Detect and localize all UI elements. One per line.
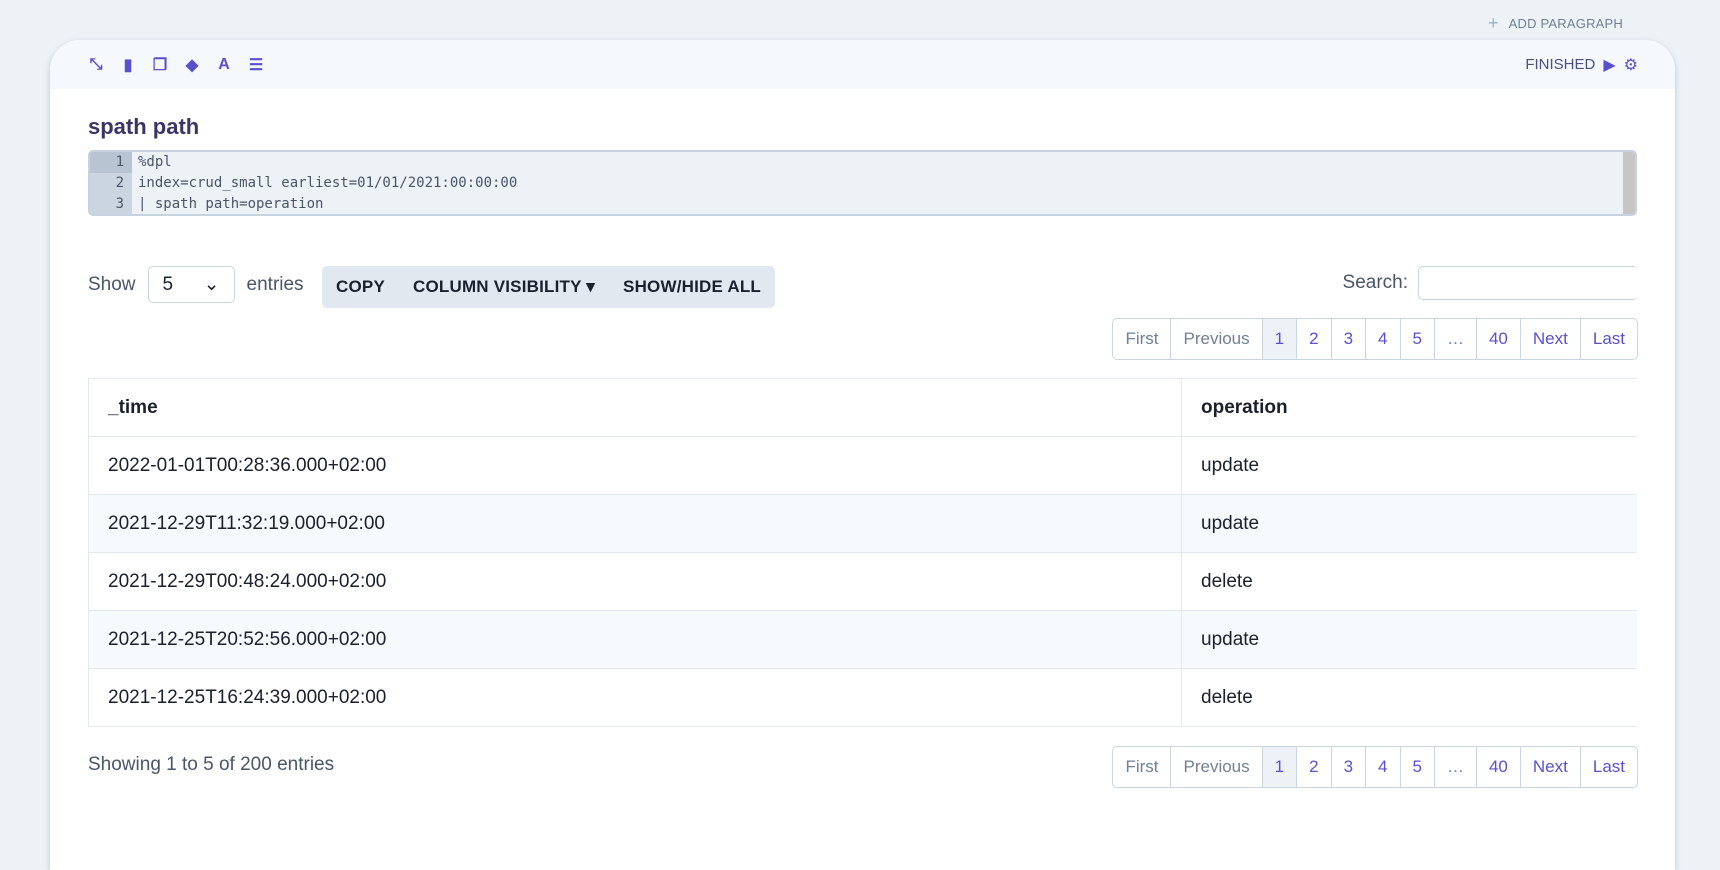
paragraph-toolbar: ⤡ ▮ ❐ ◆ A ☰ FINISHED ▶ ⚙ bbox=[50, 40, 1675, 89]
plus-icon: + bbox=[1487, 13, 1499, 33]
page-previous[interactable]: Previous bbox=[1170, 747, 1261, 787]
copy-button[interactable]: COPY bbox=[322, 277, 399, 297]
page-5[interactable]: 5 bbox=[1399, 747, 1434, 787]
pagination-bottom: First Previous 1 2 3 4 5 … 40 Next Last bbox=[1112, 746, 1638, 788]
entries-value: 5 bbox=[162, 273, 174, 295]
search-input[interactable] bbox=[1418, 266, 1638, 300]
column-visibility-button[interactable]: COLUMN VISIBILITY ▾ bbox=[399, 277, 609, 297]
page-next[interactable]: Next bbox=[1519, 319, 1580, 359]
book-icon[interactable]: ▮ bbox=[119, 56, 137, 74]
page-ellipsis: … bbox=[1433, 319, 1476, 359]
cell-time: 2021-12-25T16:24:39.000+02:00 bbox=[88, 668, 1182, 727]
code-line: index=crud_small earliest=01/01/2021:00:… bbox=[138, 175, 518, 191]
add-paragraph-button[interactable]: + ADD PARAGRAPH bbox=[1488, 13, 1623, 34]
copy-icon[interactable]: ❐ bbox=[151, 56, 169, 74]
cell-operation: update bbox=[1181, 494, 1637, 553]
play-icon[interactable]: ▶ bbox=[1603, 55, 1615, 75]
font-icon[interactable]: A bbox=[215, 56, 233, 74]
search-label: Search: bbox=[1342, 272, 1408, 293]
entries-label: entries bbox=[246, 273, 304, 295]
table-info: Showing 1 to 5 of 200 entries bbox=[88, 754, 335, 775]
column-header-time[interactable]: _time bbox=[88, 378, 1182, 437]
eraser-icon[interactable]: ◆ bbox=[183, 56, 201, 74]
table-row: 2021-12-29T00:48:24.000+02:00 delete bbox=[88, 552, 1637, 611]
pagination-top: First Previous 1 2 3 4 5 … 40 Next Last bbox=[1112, 318, 1638, 360]
status-text: FINISHED bbox=[1525, 56, 1596, 73]
page-40[interactable]: 40 bbox=[1475, 747, 1520, 787]
cell-operation: update bbox=[1181, 610, 1637, 669]
compress-icon[interactable]: ⤡ bbox=[87, 56, 105, 74]
page-2[interactable]: 2 bbox=[1296, 747, 1330, 787]
page-ellipsis: … bbox=[1433, 747, 1476, 787]
list-ordered-icon[interactable]: ☰ bbox=[247, 56, 265, 74]
chevron-down-icon: ⌄ bbox=[203, 274, 220, 295]
code-line: | spath path=operation bbox=[138, 196, 324, 212]
table-row: 2021-12-29T11:32:19.000+02:00 update bbox=[88, 494, 1637, 553]
page-last[interactable]: Last bbox=[1579, 319, 1637, 359]
code-line: %dpl bbox=[138, 154, 172, 170]
page-40[interactable]: 40 bbox=[1475, 319, 1520, 359]
show-hide-all-button[interactable]: SHOW/HIDE ALL bbox=[609, 277, 775, 297]
scrollbar[interactable] bbox=[1623, 152, 1635, 214]
cell-time: 2021-12-29T00:48:24.000+02:00 bbox=[88, 552, 1182, 611]
page-3[interactable]: 3 bbox=[1330, 319, 1365, 359]
cell-time: 2021-12-29T11:32:19.000+02:00 bbox=[88, 494, 1182, 553]
page-last[interactable]: Last bbox=[1579, 747, 1637, 787]
page-4[interactable]: 4 bbox=[1365, 319, 1399, 359]
column-header-operation[interactable]: operation bbox=[1181, 378, 1637, 437]
table-row: 2021-12-25T20:52:56.000+02:00 update bbox=[88, 610, 1637, 669]
entries-select[interactable]: 5 ⌄ bbox=[147, 266, 235, 303]
paragraph-title: spath path bbox=[88, 114, 200, 139]
page-first[interactable]: First bbox=[1113, 319, 1170, 359]
cell-operation: delete bbox=[1181, 668, 1637, 727]
table-row: 2021-12-25T16:24:39.000+02:00 delete bbox=[88, 668, 1637, 727]
page-previous[interactable]: Previous bbox=[1170, 319, 1261, 359]
paragraph-card: ⤡ ▮ ❐ ◆ A ☰ FINISHED ▶ ⚙ spath path 123 … bbox=[50, 40, 1675, 870]
show-label: Show bbox=[88, 273, 136, 295]
results-table: _time operation 2022-01-01T00:28:36.000+0… bbox=[88, 378, 1637, 727]
page-3[interactable]: 3 bbox=[1330, 747, 1365, 787]
page-first[interactable]: First bbox=[1113, 747, 1170, 787]
page-4[interactable]: 4 bbox=[1365, 747, 1399, 787]
gear-icon[interactable]: ⚙ bbox=[1624, 55, 1638, 75]
cell-time: 2022-01-01T00:28:36.000+02:00 bbox=[88, 436, 1182, 495]
page-1[interactable]: 1 bbox=[1261, 319, 1297, 359]
page-1[interactable]: 1 bbox=[1261, 747, 1297, 787]
code-editor[interactable]: 123 %dpl index=crud_small earliest=01/01… bbox=[88, 150, 1637, 216]
page-5[interactable]: 5 bbox=[1399, 319, 1434, 359]
cell-time: 2021-12-25T20:52:56.000+02:00 bbox=[88, 610, 1182, 669]
page-2[interactable]: 2 bbox=[1296, 319, 1330, 359]
cell-operation: update bbox=[1181, 436, 1637, 495]
cell-operation: delete bbox=[1181, 552, 1637, 611]
table-row: 2022-01-01T00:28:36.000+02:00 update bbox=[88, 436, 1637, 495]
page-next[interactable]: Next bbox=[1519, 747, 1580, 787]
